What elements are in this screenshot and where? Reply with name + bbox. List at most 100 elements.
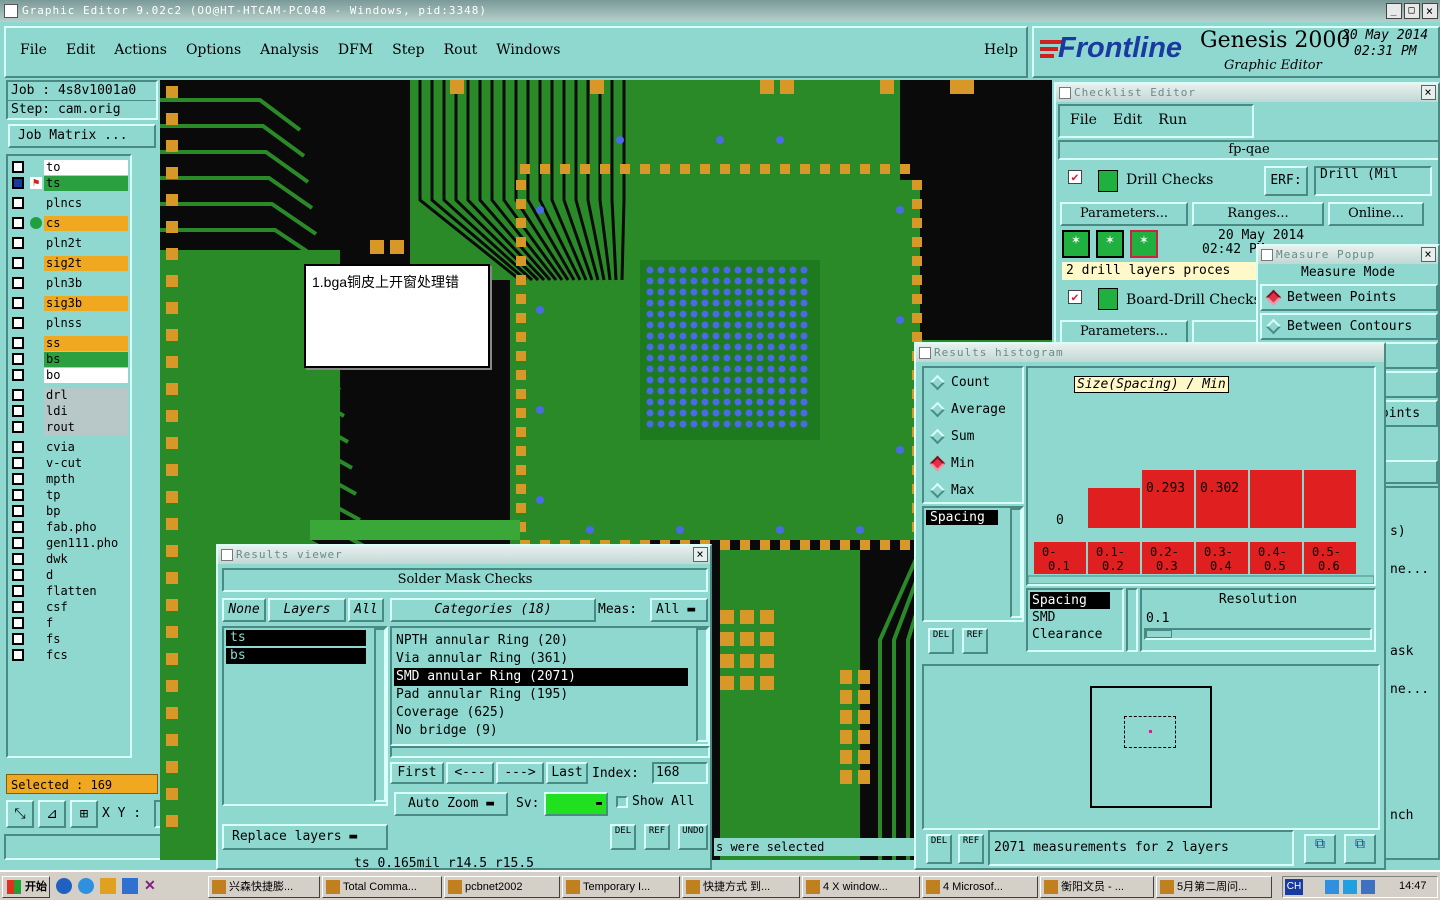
taskbar-task[interactable]: 兴森快捷膨... [208,876,320,898]
layer-checkbox[interactable] [12,537,24,549]
layer-row[interactable]: v-cut [10,456,128,471]
checklist-menu-edit[interactable]: Edit [1113,112,1142,128]
scrollbar[interactable] [696,628,708,742]
layer-row[interactable]: pln3b [10,276,128,291]
menu-windows[interactable]: Windows [496,42,560,58]
checklist-menu-run[interactable]: Run [1158,112,1187,128]
menu-edit[interactable]: Edit [66,42,95,58]
layer-checkbox[interactable] [12,217,24,229]
histogram-mode[interactable]: Sum [924,428,1022,455]
del-button[interactable]: DEL [610,824,636,850]
layer-checkbox[interactable] [12,617,24,629]
layer-checkbox[interactable] [12,649,24,661]
spacing-list-item[interactable]: Spacing [926,510,998,525]
erf-value[interactable]: Drill (Mil [1314,166,1432,196]
close-icon[interactable]: × [693,547,708,562]
category-item[interactable]: NPTH annular Ring (20) [394,632,688,650]
category-item[interactable]: No bridge (9) [394,722,688,740]
layer-row[interactable]: bo [10,368,128,383]
taskbar-task[interactable]: 快捷方式 到... [682,876,800,898]
scrollbar[interactable] [1126,588,1138,652]
language-indicator[interactable]: CH [1285,879,1303,895]
layer-checkbox[interactable] [12,353,24,365]
close-icon[interactable]: × [1421,247,1436,262]
quicklaunch-icon[interactable] [56,878,72,894]
tray-icon[interactable] [1361,880,1375,894]
index-input[interactable]: 168 [652,762,708,784]
parameters-button[interactable]: Parameters... [1060,202,1188,226]
tray-icon[interactable] [1325,880,1339,894]
taskbar-task[interactable]: Total Comma... [322,876,442,898]
layer-checkbox[interactable] [12,553,24,565]
ref-button[interactable]: REF [958,834,984,864]
undo-button[interactable]: UNDO [678,824,708,850]
del-button[interactable]: DEL [928,628,954,654]
layer-checkbox[interactable] [12,317,24,329]
all-button[interactable]: All [348,598,384,622]
close-icon[interactable]: × [1422,3,1438,19]
run-icon[interactable]: ✶ [1062,230,1090,258]
categories-button[interactable]: Categories (18) [390,598,596,622]
taskbar-task[interactable]: 5月第二周问... [1156,876,1272,898]
taskbar-task[interactable]: 4 Microsof... [922,876,1038,898]
layer-checkbox[interactable] [12,489,24,501]
checklist-menu-file[interactable]: File [1070,112,1097,128]
histogram-mode[interactable]: Min [924,455,1022,482]
first-button[interactable]: First [390,762,444,784]
type-item[interactable]: Clearance [1030,626,1120,643]
type-item[interactable]: Spacing [1030,592,1110,609]
layer-checkbox[interactable] [12,161,24,173]
ref-button[interactable]: REF [962,628,988,654]
layer-checkbox[interactable] [12,177,24,189]
layer-row[interactable]: fab.pho [10,520,128,535]
layer-checkbox[interactable] [12,521,24,533]
hscrollbar[interactable] [390,746,710,758]
scrollbar[interactable] [374,628,386,802]
layer-checkbox[interactable] [12,277,24,289]
layer-checkbox[interactable] [12,421,24,433]
layer-checkbox[interactable] [12,457,24,469]
last-button[interactable]: Last [546,762,588,784]
run-icon[interactable]: ✶ [1096,230,1124,258]
histogram-bar[interactable] [1196,470,1248,528]
histogram-bar[interactable] [1250,470,1302,528]
layer-row[interactable]: bp [10,504,128,519]
quicklaunch-icon[interactable]: ✕ [144,878,160,894]
type-item[interactable]: SMD [1030,609,1120,626]
prev-button[interactable]: <--- [446,762,494,784]
layer-row[interactable]: sig2t [10,256,128,271]
results-layer-item[interactable]: ts [226,630,366,646]
layer-row[interactable]: flatten [10,584,128,599]
layer-checkbox[interactable] [12,337,24,349]
layer-row[interactable]: gen111.pho [10,536,128,551]
replace-layers-button[interactable]: Replace layers ▬ [222,824,388,850]
show-all-checkbox[interactable] [616,796,628,808]
layer-checkbox[interactable] [12,297,24,309]
layer-checkbox[interactable] [12,389,24,401]
measure-option[interactable]: Between Contours [1260,313,1438,340]
layer-checkbox[interactable] [12,237,24,249]
import-icon[interactable]: ⧉ [1344,834,1376,864]
layer-row[interactable]: drl [10,388,128,403]
layer-checkbox[interactable] [12,369,24,381]
job-matrix-button[interactable]: Job Matrix ... [8,124,156,148]
layer-row[interactable]: cs [10,216,128,231]
layer-row[interactable]: f [10,616,128,631]
checkmark-icon[interactable]: ✔ [1068,170,1082,184]
layer-row[interactable]: bs [10,352,128,367]
layer-row[interactable]: tp [10,488,128,503]
histogram-bar[interactable] [1142,470,1194,528]
histogram-mode[interactable]: Count [924,374,1022,401]
menu-rout[interactable]: Rout [444,42,478,58]
meas-select[interactable]: All ▬ [650,598,708,622]
layer-row[interactable]: d [10,568,128,583]
layer-row[interactable]: to [10,160,128,175]
layer-row[interactable]: ss [10,336,128,351]
layer-row[interactable]: ldi [10,404,128,419]
layer-row[interactable]: cvia [10,440,128,455]
layer-checkbox[interactable] [12,569,24,581]
layer-row[interactable]: csf [10,600,128,615]
minimize-icon[interactable]: _ [1386,3,1402,19]
close-icon[interactable]: × [1421,85,1436,100]
menu-step[interactable]: Step [392,42,424,58]
